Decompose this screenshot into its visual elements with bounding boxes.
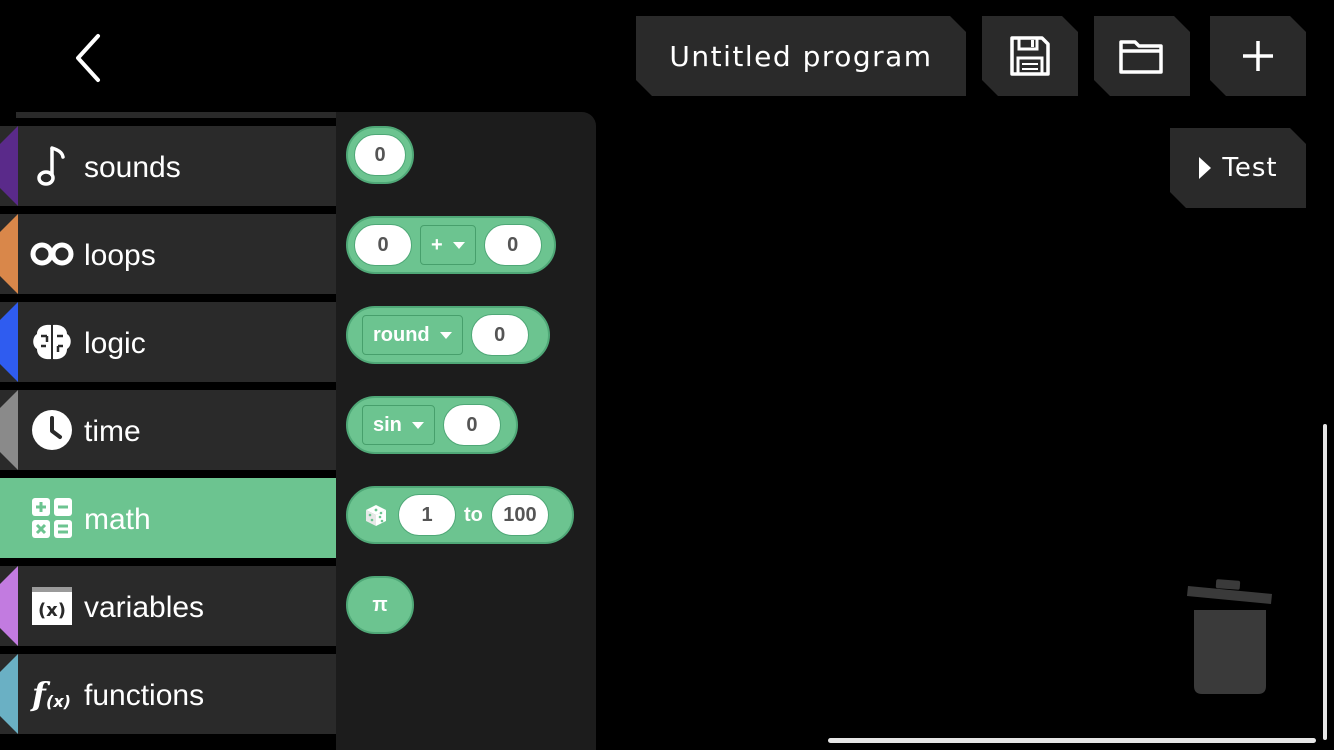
trig-value-input[interactable]: 0 [442, 404, 501, 446]
open-button[interactable] [1094, 16, 1190, 96]
brain-icon [30, 320, 74, 364]
category-logic[interactable]: logic [0, 302, 336, 382]
random-from-value: 1 [421, 503, 433, 526]
category-variables[interactable]: (x) variables [0, 566, 336, 646]
round-value: 0 [494, 323, 506, 346]
category-functions[interactable]: f (x) functions [0, 654, 336, 734]
plus-icon [1240, 38, 1276, 74]
category-label: sounds [84, 151, 181, 184]
floppy-disk-icon [1007, 33, 1053, 79]
program-title: Untitled program [669, 39, 933, 73]
block-flyout[interactable]: 0 0 + 0 round 0 sin 0 1 to 100 π [336, 112, 596, 750]
category-color-tab [0, 126, 18, 206]
infinity-icon [30, 232, 74, 276]
dice-icon [366, 505, 386, 526]
category-color-tab [0, 654, 18, 734]
number-block[interactable]: 0 [346, 126, 414, 184]
category-time[interactable]: time [0, 390, 336, 470]
category-color-tab [0, 478, 18, 558]
category-color-tab [0, 302, 18, 382]
random-from-input[interactable]: 1 [398, 494, 456, 536]
category-label: logic [84, 327, 146, 360]
to-label: to [464, 503, 483, 526]
operator-dropdown[interactable]: + [420, 225, 476, 265]
back-button[interactable] [60, 28, 120, 88]
save-button[interactable] [982, 16, 1078, 96]
category-label: variables [84, 591, 205, 624]
category-loops[interactable]: loops [0, 214, 336, 294]
category-label: loops [84, 239, 156, 272]
number-input[interactable]: 0 [354, 134, 406, 176]
round-value-input[interactable]: 0 [470, 314, 529, 356]
category-sounds[interactable]: sounds [0, 126, 336, 206]
svg-text:(x): (x) [46, 692, 71, 711]
new-program-button[interactable] [1210, 16, 1306, 96]
category-list-edge [16, 112, 336, 118]
svg-text:(x): (x) [38, 600, 66, 621]
test-button-label: Test [1222, 153, 1278, 183]
constant-block[interactable]: π [346, 576, 414, 634]
workspace-horizontal-scrollbar[interactable] [828, 738, 1316, 743]
program-title-button[interactable]: Untitled program [636, 16, 966, 96]
category-label: math [84, 503, 151, 536]
random-to-value: 100 [503, 503, 537, 526]
workspace-vertical-scrollbar[interactable] [1323, 424, 1327, 740]
dropdown-arrow-icon [411, 421, 424, 429]
variable-x-icon: (x) [30, 584, 74, 628]
operator-value: + [431, 233, 443, 256]
chevron-left-icon [76, 34, 100, 82]
dropdown-arrow-icon [452, 241, 465, 249]
category-math[interactable]: math [0, 478, 336, 558]
trig-value: 0 [466, 413, 478, 436]
function-fx-icon: f (x) [30, 672, 74, 716]
round-op-dropdown[interactable]: round [362, 315, 463, 355]
dropdown-arrow-icon [439, 331, 452, 339]
trig-block[interactable]: sin 0 [346, 396, 518, 454]
category-label: functions [84, 679, 205, 712]
round-op-value: round [373, 323, 430, 346]
trash-can-icon[interactable] [1186, 578, 1276, 698]
music-note-icon [30, 144, 74, 188]
right-operand-input[interactable]: 0 [483, 224, 542, 266]
right-operand-value: 0 [507, 233, 519, 256]
number-value: 0 [374, 143, 386, 166]
category-color-tab [0, 214, 18, 294]
trig-op-value: sin [373, 413, 402, 436]
calculator-icon [30, 496, 74, 540]
left-operand-value: 0 [377, 233, 389, 256]
trig-op-dropdown[interactable]: sin [362, 405, 435, 445]
random-integer-block[interactable]: 1 to 100 [346, 486, 574, 544]
left-operand-input[interactable]: 0 [354, 224, 412, 266]
folder-icon [1117, 34, 1167, 78]
category-label: time [84, 415, 141, 448]
category-color-tab [0, 566, 18, 646]
play-icon [1198, 156, 1212, 180]
category-color-tab [0, 390, 18, 470]
round-block[interactable]: round 0 [346, 306, 550, 364]
test-button[interactable]: Test [1170, 128, 1306, 208]
random-to-input[interactable]: 100 [490, 494, 549, 536]
arithmetic-block[interactable]: 0 + 0 [346, 216, 556, 274]
constant-value: π [372, 593, 388, 616]
clock-icon [30, 408, 74, 452]
